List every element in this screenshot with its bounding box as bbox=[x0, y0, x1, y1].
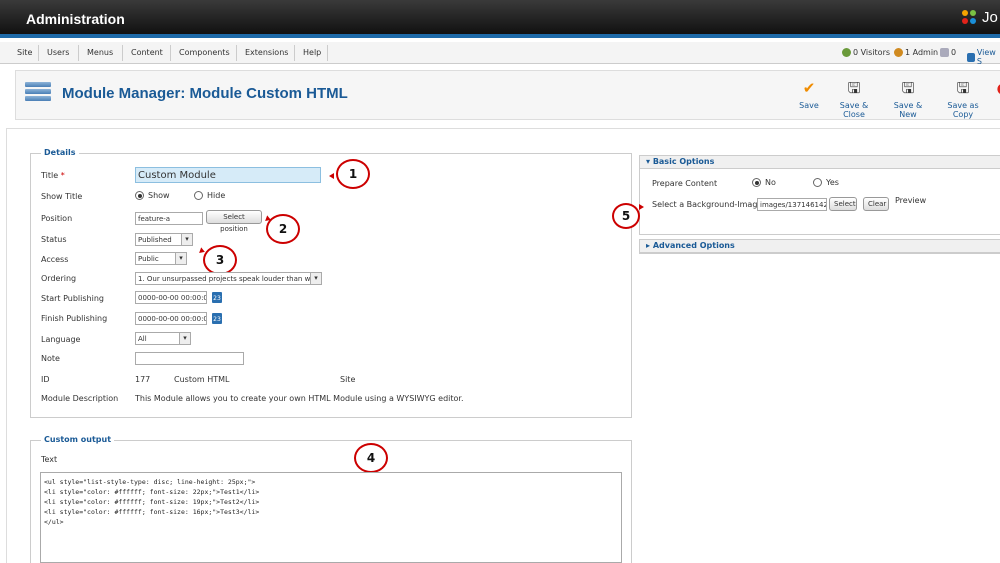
finish-publishing-input[interactable]: 0000-00-00 00:00:00 bbox=[135, 312, 207, 325]
page-header: Module Manager: Module Custom HTML ✔ Sav… bbox=[15, 70, 1000, 120]
details-fieldset: Details bbox=[30, 148, 632, 418]
position-label: Position bbox=[41, 214, 73, 223]
advanced-options-header[interactable]: ▸ Advanced Options bbox=[639, 239, 1000, 253]
id-value: 177 bbox=[135, 375, 151, 384]
annotation-arrow bbox=[639, 204, 644, 210]
status-label: Status bbox=[41, 235, 67, 244]
text-label: Text bbox=[41, 455, 58, 464]
module-type: Custom HTML bbox=[174, 375, 230, 384]
view-site-link[interactable]: View S bbox=[967, 48, 1000, 66]
select-image-button[interactable]: Select bbox=[829, 197, 857, 211]
ordering-select[interactable]: 1. Our unsurpassed projects speak louder… bbox=[135, 272, 322, 285]
description-label: Module Description bbox=[41, 394, 119, 403]
client-value: Site bbox=[340, 375, 356, 384]
user-icon bbox=[894, 48, 903, 57]
annotation-5: 5 bbox=[612, 203, 640, 229]
module-manager-icon bbox=[25, 82, 51, 106]
joomla-logo[interactable]: Jo bbox=[960, 8, 998, 26]
logo-text: Jo bbox=[982, 8, 998, 26]
calendar-icon[interactable]: 23 bbox=[212, 313, 222, 324]
menu-extensions[interactable]: Extensions bbox=[245, 48, 288, 57]
clear-image-button[interactable]: Clear bbox=[863, 197, 889, 211]
note-input[interactable] bbox=[135, 352, 244, 365]
access-label: Access bbox=[41, 255, 69, 264]
admins-status: 1 Admin bbox=[894, 48, 938, 57]
language-label: Language bbox=[41, 335, 81, 344]
title-input[interactable]: Custom Module bbox=[135, 167, 321, 183]
menu-menus[interactable]: Menus bbox=[87, 48, 113, 57]
note-label: Note bbox=[41, 354, 60, 363]
chevron-down-icon: ▾ bbox=[179, 333, 190, 344]
close-button[interactable]: ● bbox=[994, 79, 1000, 101]
chevron-down-icon: ▾ bbox=[175, 253, 186, 264]
show-title-show-radio[interactable]: Show bbox=[135, 191, 170, 200]
top-bar: Administration Jo bbox=[0, 0, 1000, 38]
chevron-down-icon: ▾ bbox=[181, 234, 192, 245]
menu-content[interactable]: Content bbox=[131, 48, 163, 57]
id-label: ID bbox=[41, 375, 50, 384]
save-new-button[interactable]: 🖫 Save & New bbox=[885, 79, 931, 119]
annotation-1: 1 bbox=[336, 159, 370, 189]
save-close-icon: 🖫 bbox=[847, 79, 861, 97]
calendar-icon[interactable]: 23 bbox=[212, 292, 222, 303]
background-image-input[interactable]: images/1371461422 bbox=[757, 198, 827, 211]
annotation-3: 3 bbox=[203, 245, 237, 275]
description-value: This Module allows you to create your ow… bbox=[135, 394, 464, 403]
mail-icon bbox=[940, 48, 949, 57]
status-select[interactable]: Published ▾ bbox=[135, 233, 193, 246]
check-icon: ✔ bbox=[802, 79, 816, 97]
background-image-label: Select a Background-Image bbox=[652, 200, 763, 209]
language-select[interactable]: All ▾ bbox=[135, 332, 191, 345]
menu-help[interactable]: Help bbox=[303, 48, 321, 57]
chevron-down-icon: ▾ bbox=[310, 273, 321, 284]
basic-options-header[interactable]: ▾ Basic Options bbox=[639, 155, 1000, 169]
custom-output-legend: Custom output bbox=[41, 435, 115, 444]
app-title: Administration bbox=[26, 11, 125, 27]
annotation-2: 2 bbox=[266, 214, 300, 244]
divider bbox=[639, 253, 1000, 254]
main-menu: Site Users Menus Content Components Exte… bbox=[0, 42, 1000, 66]
save-new-icon: 🖫 bbox=[901, 79, 915, 97]
access-select[interactable]: Public ▾ bbox=[135, 252, 187, 265]
annotation-arrow bbox=[329, 173, 334, 179]
close-icon: ● bbox=[994, 79, 1000, 97]
joomla-logo-icon bbox=[962, 10, 976, 24]
title-label: Title * bbox=[41, 171, 65, 180]
position-input[interactable]: feature-a bbox=[135, 212, 203, 225]
show-title-hide-radio[interactable]: Hide bbox=[194, 191, 225, 200]
finish-publishing-label: Finish Publishing bbox=[41, 314, 108, 323]
monitor-icon bbox=[967, 52, 975, 62]
save-copy-button[interactable]: 🖫 Save as Copy bbox=[938, 79, 988, 119]
annotation-4: 4 bbox=[354, 443, 388, 473]
show-title-label: Show Title bbox=[41, 192, 83, 201]
prepare-content-label: Prepare Content bbox=[652, 179, 718, 188]
html-code-editor[interactable]: <ul style="list-style-type: disc; line-h… bbox=[40, 472, 622, 563]
start-publishing-input[interactable]: 0000-00-00 00:00:00 bbox=[135, 291, 207, 304]
menu-users[interactable]: Users bbox=[47, 48, 69, 57]
select-position-button[interactable]: Select position bbox=[206, 210, 262, 233]
save-button[interactable]: ✔ Save bbox=[797, 79, 821, 110]
users-icon bbox=[842, 48, 851, 57]
save-copy-icon: 🖫 bbox=[956, 79, 970, 97]
menu-site[interactable]: Site bbox=[17, 48, 32, 57]
ordering-label: Ordering bbox=[41, 274, 77, 283]
page-title: Module Manager: Module Custom HTML bbox=[62, 85, 348, 102]
save-close-button[interactable]: 🖫 Save & Close bbox=[830, 79, 878, 119]
preview-label: Preview bbox=[895, 196, 927, 205]
menu-components[interactable]: Components bbox=[179, 48, 230, 57]
visitors-status: 0 Visitors bbox=[842, 48, 890, 57]
prepare-no-radio[interactable]: No bbox=[752, 178, 776, 187]
details-legend: Details bbox=[41, 148, 79, 157]
prepare-yes-radio[interactable]: Yes bbox=[813, 178, 839, 187]
start-publishing-label: Start Publishing bbox=[41, 294, 104, 303]
messages-status[interactable]: 0 bbox=[940, 48, 956, 57]
